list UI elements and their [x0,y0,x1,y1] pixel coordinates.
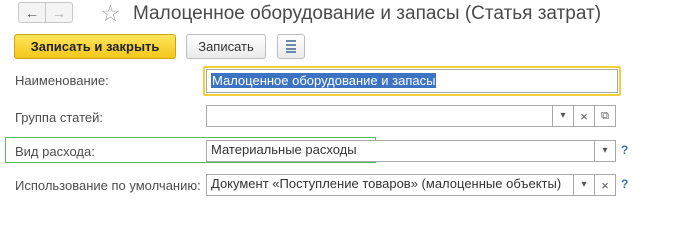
name-field[interactable]: Малоценное оборудование и запасы [206,69,618,93]
arrow-right-icon: → [52,4,66,21]
expense-type-field[interactable]: Материальные расходы [206,140,595,162]
default-usage-field[interactable]: Документ «Поступление товаров» (малоценн… [206,174,574,196]
name-field-value: Малоценное оборудование и запасы [211,73,437,88]
close-icon: × [580,108,588,124]
save-and-close-button[interactable]: Записать и закрыть [14,34,176,59]
name-label: Наименование: [15,73,109,88]
close-icon: × [601,177,609,193]
group-dropdown-button[interactable]: ▾ [552,105,574,127]
group-clear-button[interactable]: × [573,105,595,127]
default-usage-label: Использование по умолчанию: [15,178,201,193]
group-field[interactable] [206,105,553,127]
report-button[interactable] [277,34,305,59]
document-list-icon [286,40,296,53]
expense-type-label: Вид расхода: [15,144,95,159]
save-button[interactable]: Записать [186,34,266,59]
page-title: Малоценное оборудование и запасы (Статья… [133,3,602,24]
group-label: Группа статей: [15,110,103,125]
default-usage-help-icon[interactable]: ? [621,177,628,191]
default-usage-dropdown-button[interactable]: ▾ [573,174,595,196]
open-window-icon: ⧉ [601,109,609,122]
arrow-left-icon: ← [25,4,39,21]
back-button[interactable]: ← [18,2,46,23]
group-open-button[interactable]: ⧉ [594,105,616,127]
expense-type-dropdown-button[interactable]: ▾ [594,140,616,162]
chevron-down-icon: ▾ [560,110,566,121]
expense-type-help-icon[interactable]: ? [621,143,628,157]
forward-button[interactable]: → [45,2,73,23]
default-usage-clear-button[interactable]: × [594,174,616,196]
favorite-star-icon[interactable]: ☆ [100,0,121,26]
chevron-down-icon: ▾ [602,145,608,156]
chevron-down-icon: ▾ [581,179,587,190]
